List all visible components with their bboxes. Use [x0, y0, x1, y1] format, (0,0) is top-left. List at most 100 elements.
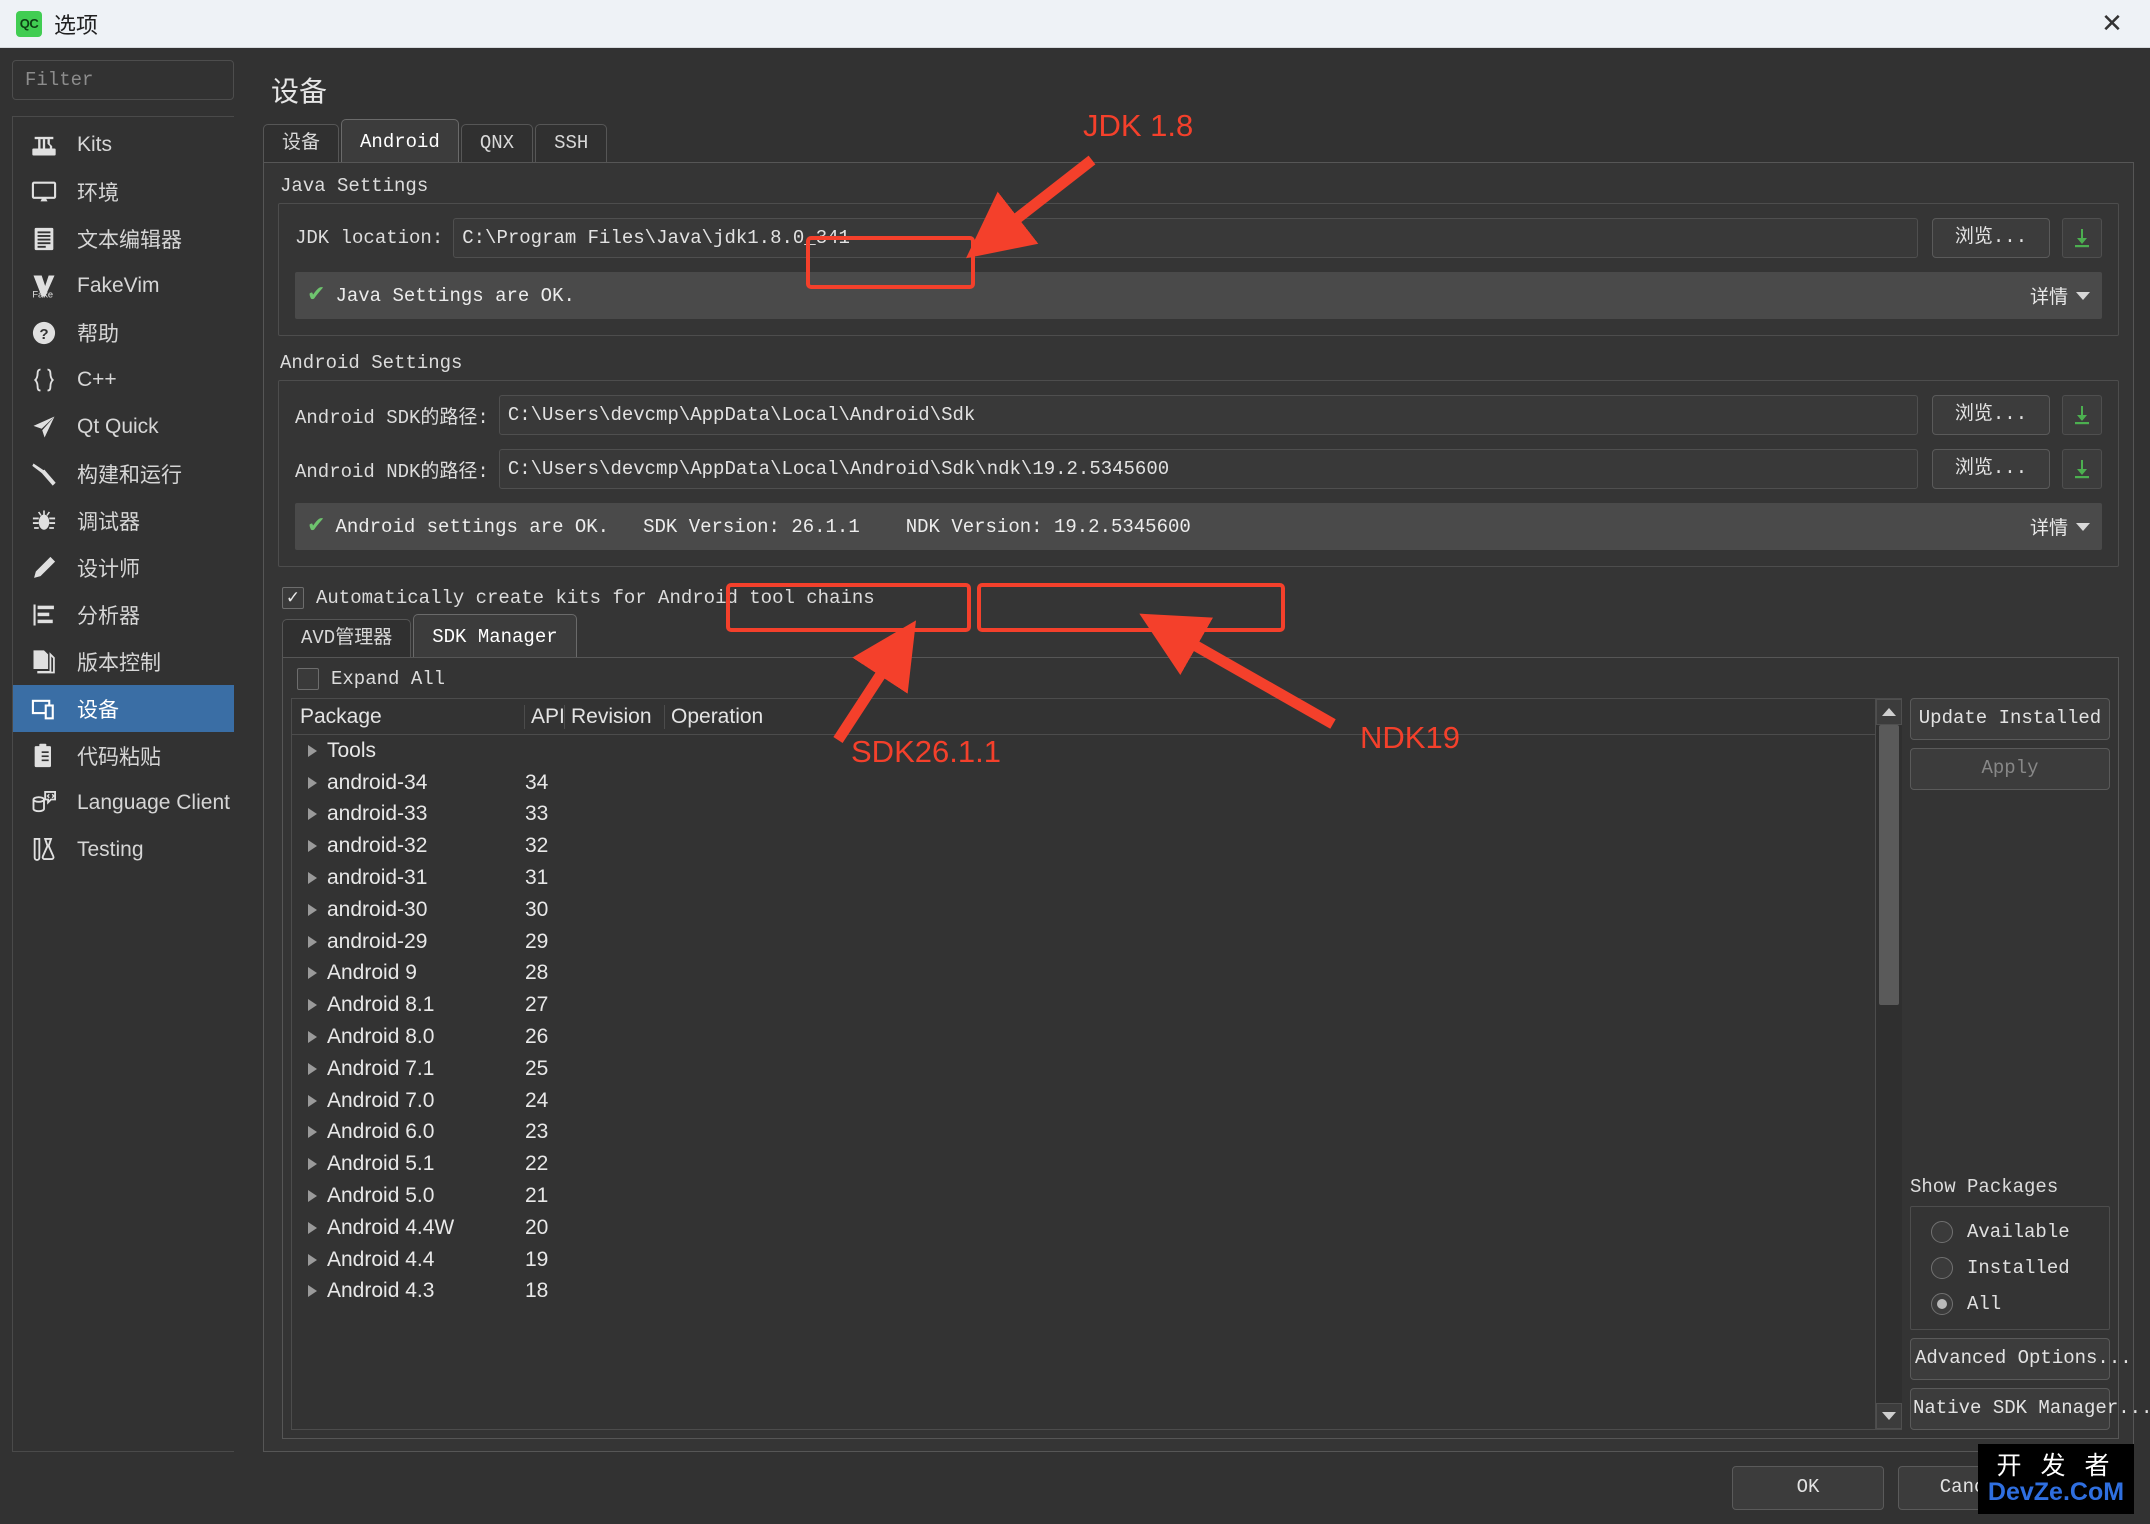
sidebar-item-language-client[interactable]: Language Client [13, 779, 234, 826]
sdk-path-input[interactable]: C:\Users\devcmp\AppData\Local\Android\Sd… [498, 395, 1918, 435]
radio-button[interactable] [1931, 1257, 1953, 1280]
radio-available[interactable]: Available [1921, 1221, 2099, 1244]
scroll-thumb[interactable] [1878, 725, 1899, 1005]
tab-devices[interactable]: 设备 [263, 124, 340, 162]
scroll-up-button[interactable] [1875, 699, 1902, 725]
sidebar-item-devices[interactable]: 设备 [13, 685, 234, 732]
sidebar-item-text-editor[interactable]: 文本编辑器 [13, 215, 234, 262]
sidebar-item-testing[interactable]: Testing [13, 826, 234, 873]
radio-button[interactable] [1931, 1293, 1953, 1316]
sidebar-item-analyzer[interactable]: 分析器 [13, 591, 234, 638]
qt-creator-logo-icon: QC [16, 10, 42, 37]
android-status-bar: ✔ Android settings are OK. SDK Version: … [295, 503, 2102, 550]
expand-arrow-icon[interactable] [308, 999, 317, 1012]
advanced-options-button[interactable]: Advanced Options... [1910, 1338, 2132, 1381]
expand-arrow-icon[interactable] [308, 1190, 317, 1203]
download-icon[interactable] [2062, 395, 2102, 435]
packages-table: Package API Revision Operation Tools andr… [292, 699, 1875, 1429]
table-row[interactable]: android-30 30 [292, 894, 1875, 926]
table-row[interactable]: android-34 34 [292, 767, 1875, 799]
ndk-path-input[interactable]: C:\Users\devcmp\AppData\Local\Android\Sd… [498, 449, 1918, 489]
expand-arrow-icon[interactable] [308, 1031, 317, 1044]
table-row[interactable]: Android 6.0 23 [292, 1117, 1875, 1149]
table-row[interactable]: Android 7.0 24 [292, 1085, 1875, 1117]
native-sdk-manager-button[interactable]: Native SDK Manager... [1910, 1388, 2150, 1430]
sidebar-item-fakevim[interactable]: Fake FakeVim [13, 262, 234, 309]
text-document-icon [29, 224, 59, 254]
expand-all-checkbox[interactable] [297, 668, 319, 690]
sidebar-item-environment[interactable]: 环境 [13, 168, 234, 215]
android-details-button[interactable]: 详情 [2030, 513, 2090, 540]
table-row[interactable]: android-31 31 [292, 862, 1875, 894]
table-row[interactable]: Android 7.1 25 [292, 1053, 1875, 1085]
auto-create-kits-checkbox[interactable]: ✓ [282, 587, 304, 609]
tab-qnx[interactable]: QNX [460, 124, 534, 162]
expand-arrow-icon[interactable] [308, 967, 317, 980]
expand-arrow-icon[interactable] [308, 1158, 317, 1171]
expand-arrow-icon[interactable] [308, 776, 317, 789]
table-row[interactable]: Android 4.4 19 [292, 1244, 1875, 1276]
expand-arrow-icon[interactable] [308, 744, 317, 757]
table-vertical-scrollbar[interactable] [1875, 699, 1902, 1429]
sidebar-item-code-paste[interactable]: 代码粘贴 [13, 732, 234, 779]
radio-installed[interactable]: Installed [1921, 1257, 2099, 1280]
table-row[interactable]: Android 4.4W 20 [292, 1212, 1875, 1244]
column-header-package[interactable]: Package [292, 704, 525, 729]
apply-button[interactable]: Apply [1910, 747, 2110, 790]
expand-arrow-icon[interactable] [308, 872, 317, 885]
column-header-api[interactable]: API [525, 704, 565, 729]
expand-arrow-icon[interactable] [308, 1253, 317, 1266]
expand-arrow-icon[interactable] [308, 808, 317, 821]
tab-android[interactable]: Android [341, 119, 459, 162]
sidebar-item-version-control[interactable]: 版本控制 [13, 638, 234, 685]
scroll-down-button[interactable] [1875, 1403, 1902, 1429]
table-cell-package-label: Tools [327, 738, 377, 762]
column-header-revision[interactable]: Revision [565, 704, 665, 729]
table-row[interactable]: android-32 32 [292, 830, 1875, 862]
table-row[interactable]: Android 4.3 18 [292, 1276, 1875, 1308]
scroll-track[interactable] [1875, 725, 1902, 1403]
table-row[interactable]: android-33 33 [292, 799, 1875, 831]
sidebar-item-help[interactable]: ? 帮助 [13, 309, 234, 356]
download-icon[interactable] [2062, 449, 2102, 489]
table-row[interactable]: Android 5.1 22 [292, 1148, 1875, 1180]
table-row[interactable]: Android 5.0 21 [292, 1180, 1875, 1212]
table-row[interactable]: Android 8.1 27 [292, 989, 1875, 1021]
expand-arrow-icon[interactable] [308, 1285, 317, 1298]
ndk-browse-button[interactable]: 浏览... [1932, 449, 2050, 489]
tab-sdk-manager[interactable]: SDK Manager [413, 614, 577, 657]
table-row[interactable]: android-29 29 [292, 926, 1875, 958]
ok-button[interactable]: OK [1732, 1466, 1884, 1510]
tab-ssh[interactable]: SSH [535, 124, 608, 162]
sidebar-item-cpp[interactable]: C++ [13, 356, 234, 403]
table-row[interactable]: Tools [292, 735, 1875, 767]
jdk-location-input[interactable]: C:\Program Files\Java\jdk1.8.0_341 [453, 218, 1918, 258]
sidebar-item-qt-quick[interactable]: Qt Quick [13, 403, 234, 450]
expand-arrow-icon[interactable] [308, 840, 317, 853]
expand-arrow-icon[interactable] [308, 935, 317, 948]
sidebar-item-designer[interactable]: 设计师 [13, 544, 234, 591]
java-details-button[interactable]: 详情 [2030, 282, 2090, 309]
tab-avd-manager[interactable]: AVD管理器 [282, 619, 412, 657]
sidebar-item-build-run[interactable]: 构建和运行 [13, 450, 234, 497]
sidebar-item-debugger[interactable]: 调试器 [13, 497, 234, 544]
expand-arrow-icon[interactable] [308, 1221, 317, 1234]
table-row[interactable]: Android 9 28 [292, 958, 1875, 990]
jdk-browse-button[interactable]: 浏览... [1932, 218, 2050, 258]
expand-arrow-icon[interactable] [308, 903, 317, 916]
radio-all[interactable]: All [1921, 1293, 2099, 1316]
download-icon[interactable] [2062, 218, 2102, 258]
sdk-browse-button[interactable]: 浏览... [1932, 395, 2050, 435]
sidebar-item-kits[interactable]: Kits [13, 121, 234, 168]
update-installed-button[interactable]: Update Installed [1910, 698, 2110, 740]
radio-button[interactable] [1931, 1221, 1953, 1244]
expand-all-row[interactable]: Expand All [297, 668, 2110, 690]
expand-arrow-icon[interactable] [308, 1094, 317, 1107]
auto-create-kits-row[interactable]: ✓ Automatically create kits for Android … [282, 587, 2119, 609]
expand-arrow-icon[interactable] [308, 1126, 317, 1139]
column-header-operation[interactable]: Operation [665, 705, 1875, 729]
close-icon[interactable]: ✕ [2084, 2, 2140, 46]
expand-arrow-icon[interactable] [308, 1062, 317, 1075]
filter-input[interactable]: Filter [12, 60, 234, 100]
table-row[interactable]: Android 8.0 26 [292, 1021, 1875, 1053]
